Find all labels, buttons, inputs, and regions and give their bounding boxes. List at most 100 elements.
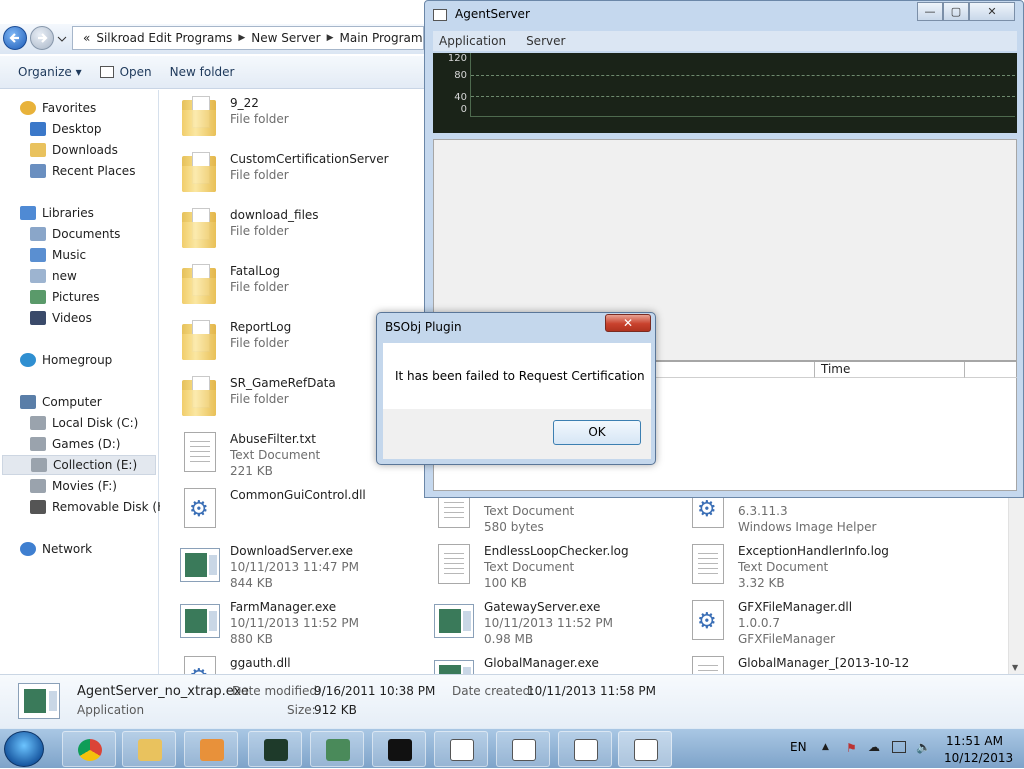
file-name: FatalLog [230,264,280,278]
taskbar-app-window-button[interactable] [434,731,488,767]
homegroup-icon [20,353,36,367]
start-button[interactable] [4,731,44,767]
file-item[interactable]: ExceptionHandlerInfo.log Text Document 3.3… [688,542,889,596]
recent-places-icon [30,164,46,178]
sidebar-item-favorites[interactable]: Favorites [20,98,96,118]
system-tray: EN ▲ ⚑ ☁ 🔈 11:51 AM 10/12/2013 [784,729,1024,769]
file-item[interactable]: FatalLog File folder [180,262,289,316]
breadcrumb-separator-icon[interactable]: ▶ [238,33,245,43]
file-item[interactable]: SR_GameRefData File folder [180,374,336,428]
sidebar-item-local-disk-c[interactable]: Local Disk (C:) [30,413,138,433]
breadcrumb-silkroad-edit-programs[interactable]: Silkroad Edit Programs [96,31,232,45]
network-tray-icon[interactable] [892,741,906,753]
sidebar-item-libraries[interactable]: Libraries [20,203,94,223]
folder-icon [180,150,220,196]
application-file-icon [18,683,60,719]
sidebar-item-label: Downloads [52,143,118,157]
file-type: 1.0.0.7 [738,616,780,630]
file-type: 10/11/2013 11:47 PM [230,560,359,574]
breadcrumb-overflow[interactable]: « [83,31,90,45]
sidebar-item-pictures[interactable]: Pictures [30,287,100,307]
organize-button[interactable]: Organize ▾ [18,65,82,79]
list-column-time[interactable]: Time [815,362,965,378]
menu-application[interactable]: Application [439,34,506,48]
list-column-header[interactable] [965,362,1017,378]
file-item[interactable]: GatewayServer.exe 10/11/2013 11:52 PM 0.98… [434,598,613,652]
taskbar-app-window-button[interactable] [558,731,612,767]
sidebar-item-computer[interactable]: Computer [20,392,102,412]
file-name: CommonGuiControl.dll [230,488,366,502]
breadcrumb-separator-icon[interactable]: ▶ [327,33,334,43]
file-size: 580 bytes [484,520,544,534]
music-icon [30,248,46,262]
sidebar-item-videos[interactable]: Videos [30,308,92,328]
menu-server[interactable]: Server [526,34,565,48]
sidebar-item-downloads[interactable]: Downloads [30,140,118,160]
sidebar-item-movies-f[interactable]: Movies (F:) [30,476,117,496]
file-size [230,519,366,535]
clock-date[interactable]: 10/12/2013 [944,751,1013,765]
breadcrumb-main-programs[interactable]: Main Programs [340,31,424,45]
sidebar-item-documents[interactable]: Documents [30,224,120,244]
breadcrumb-new-server[interactable]: New Server [251,31,320,45]
sidebar-item-removable-disk-h[interactable]: Removable Disk (H:) [30,497,175,517]
sidebar-item-collection-e[interactable]: Collection (E:) [2,455,156,475]
folder-icon [180,206,220,252]
cloud-icon[interactable]: ☁ [868,740,880,754]
sidebar-item-music[interactable]: Music [30,245,86,265]
sidebar-item-homegroup[interactable]: Homegroup [20,350,112,370]
file-item[interactable]: EndlessLoopChecker.log Text Document 100 K… [434,542,629,596]
file-item[interactable]: ReportLog File folder [180,318,291,372]
vertical-scrollbar[interactable]: ▼ [1008,498,1024,674]
taskbar-media-player-button[interactable] [184,731,238,767]
language-indicator[interactable]: EN [790,740,807,754]
explorer-folder-icon [138,739,162,761]
file-item[interactable]: FarmManager.exe 10/11/2013 11:52 PM 880 KB [180,598,359,652]
sidebar-item-games-d[interactable]: Games (D:) [30,434,120,454]
taskbar-cmd-button[interactable] [372,731,426,767]
close-button[interactable]: ✕ [969,2,1015,21]
back-button[interactable] [3,26,27,50]
dll-gear-icon: ⚙ [688,598,728,644]
taskbar-resource-monitor-button[interactable] [248,731,302,767]
file-item[interactable]: CustomCertificationServer File folder [180,150,389,204]
sidebar-item-network[interactable]: Network [20,539,92,559]
command-prompt-icon [388,739,412,761]
file-type: Text Document [738,560,829,574]
breadcrumb[interactable]: « Silkroad Edit Programs ▶ New Server ▶ … [72,26,424,50]
desktop-icon [30,122,46,136]
action-center-flag-icon[interactable]: ⚑ [846,741,857,755]
maximize-button[interactable]: ▢ [943,2,969,21]
file-item[interactable]: download_files File folder [180,206,319,260]
file-item[interactable]: 9_22 File folder [180,94,289,148]
ok-button[interactable]: OK [553,420,641,445]
taskbar-chrome-button[interactable] [62,731,116,767]
dialog-close-button[interactable]: ✕ [605,314,651,332]
taskbar-computer-button[interactable] [310,731,364,767]
app-window-icon [512,739,536,761]
taskbar-app-window-button-active[interactable] [618,731,672,767]
taskbar-app-window-button[interactable] [496,731,550,767]
recent-pages-chevron-icon[interactable] [57,34,67,44]
open-button[interactable]: Open [99,65,152,79]
clock-time[interactable]: 11:51 AM [946,734,1003,748]
file-name: SR_GameRefData [230,376,336,390]
file-item[interactable]: DownloadServer.exe 10/11/2013 11:47 PM 844… [180,542,359,596]
file-item[interactable]: ⚙ GFXFileManager.dll 1.0.0.7 GFXFileManager [688,598,852,652]
sidebar-item-recent-places[interactable]: Recent Places [30,161,135,181]
new-folder-button[interactable]: New folder [170,65,235,79]
taskbar-explorer-button[interactable] [122,731,176,767]
file-size [230,295,289,311]
show-hidden-icons-icon[interactable]: ▲ [822,742,829,752]
sidebar-item-new[interactable]: new [30,266,77,286]
file-item-text: ExceptionHandlerInfo.log Text Document 3.3… [738,542,889,596]
minimize-button[interactable]: — [917,2,943,21]
file-size [230,351,291,367]
file-item[interactable]: AbuseFilter.txt Text Document 221 KB [180,430,320,484]
forward-button[interactable] [30,26,54,50]
sidebar-item-desktop[interactable]: Desktop [30,119,102,139]
scroll-down-arrow-icon[interactable]: ▼ [1012,663,1018,672]
file-item[interactable]: ⚙ CommonGuiControl.dll [180,486,366,540]
graph-plot-area [470,53,1015,117]
volume-icon[interactable]: 🔈 [916,740,931,754]
